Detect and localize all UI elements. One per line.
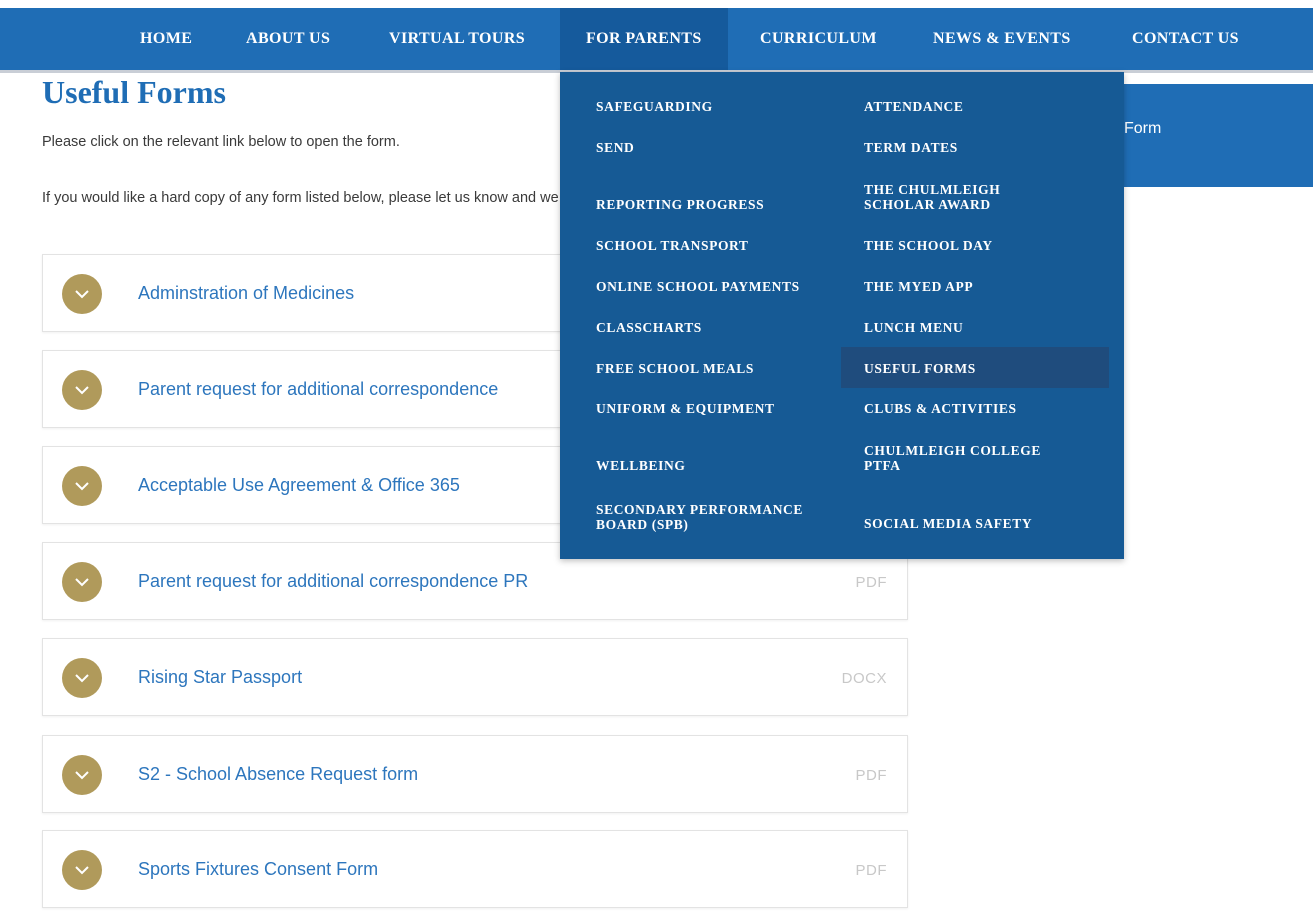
dropdown-link-online-school-payments[interactable]: ONLINE SCHOOL PAYMENTS [596,279,800,294]
for-parents-dropdown [560,72,1124,559]
nav-for-parents[interactable]: FOR PARENTS [560,8,728,70]
form-title[interactable]: Parent request for additional correspond… [138,543,528,619]
dropdown-link-wellbeing[interactable]: WELLBEING [596,458,685,473]
nav-virtual-tours[interactable]: VIRTUAL TOURS [389,8,525,70]
chevron-down-icon[interactable] [62,850,102,890]
form-title[interactable]: Acceptable Use Agreement & Office 365 [138,447,460,523]
chevron-down-icon[interactable] [62,370,102,410]
nav-home[interactable]: HOME [140,8,192,70]
dropdown-link-lunch-menu[interactable]: LUNCH MENU [864,320,963,335]
form-title[interactable]: S2 - School Absence Request form [138,736,418,812]
file-type-label: DOCX [841,670,887,687]
nav-news-events[interactable]: NEWS & EVENTS [933,8,1071,70]
dropdown-link-send[interactable]: SEND [596,140,634,155]
nav-contact-us[interactable]: CONTACT US [1132,8,1239,70]
dropdown-link-term-dates[interactable]: TERM DATES [864,140,958,155]
dropdown-link-free-school-meals[interactable]: FREE SCHOOL MEALS [596,361,754,376]
form-title[interactable]: Adminstration of Medicines [138,255,354,331]
file-type-label: PDF [855,767,887,784]
chevron-down-icon[interactable] [62,562,102,602]
chevron-down-icon[interactable] [62,755,102,795]
dropdown-link-chulmleigh-scholar-award[interactable]: THE CHULMLEIGH SCHOLAR AWARD [864,182,1054,212]
dropdown-link-uniform-equipment[interactable]: UNIFORM & EQUIPMENT [596,401,775,416]
dropdown-link-the-school-day[interactable]: THE SCHOOL DAY [864,238,993,253]
dropdown-link-classcharts[interactable]: CLASSCHARTS [596,320,702,335]
dropdown-link-chulmleigh-college-ptfa[interactable]: CHULMLEIGH COLLEGE PTFA [864,443,1064,473]
dropdown-link-reporting-progress[interactable]: REPORTING PROGRESS [596,197,764,212]
chevron-down-icon[interactable] [62,274,102,314]
dropdown-link-school-transport[interactable]: SCHOOL TRANSPORT [596,238,749,253]
main-navigation: HOME ABOUT US VIRTUAL TOURS FOR PARENTS … [0,8,1313,73]
form-row-sports-fixtures-consent[interactable]: Sports Fixtures Consent Form PDF [42,830,908,908]
page-title: Useful Forms [42,74,226,110]
dropdown-link-social-media-safety[interactable]: SOCIAL MEDIA SAFETY [864,516,1032,531]
nav-curriculum[interactable]: CURRICULUM [760,8,877,70]
dropdown-link-attendance[interactable]: ATTENDANCE [864,99,964,114]
dropdown-link-useful-forms[interactable]: USEFUL FORMS [864,361,976,376]
form-title[interactable]: Parent request for additional correspond… [138,351,498,427]
nav-about-us[interactable]: ABOUT US [246,8,330,70]
form-title[interactable]: Sports Fixtures Consent Form [138,831,378,907]
sidebar-banner-text: Form [1124,120,1162,137]
dropdown-link-safeguarding[interactable]: SAFEGUARDING [596,99,713,114]
dropdown-link-the-myed-app[interactable]: THE MYED APP [864,279,973,294]
dropdown-link-secondary-performance-board[interactable]: SECONDARY PERFORMANCE BOARD (SPB) [596,502,836,532]
intro-text: Please click on the relevant link below … [42,134,400,150]
form-row-school-absence-request[interactable]: S2 - School Absence Request form PDF [42,735,908,813]
file-type-label: PDF [855,862,887,879]
form-title[interactable]: Rising Star Passport [138,639,302,715]
form-row-rising-star-passport[interactable]: Rising Star Passport DOCX [42,638,908,716]
chevron-down-icon[interactable] [62,466,102,506]
dropdown-link-clubs-activities[interactable]: CLUBS & ACTIVITIES [864,401,1017,416]
chevron-down-icon[interactable] [62,658,102,698]
